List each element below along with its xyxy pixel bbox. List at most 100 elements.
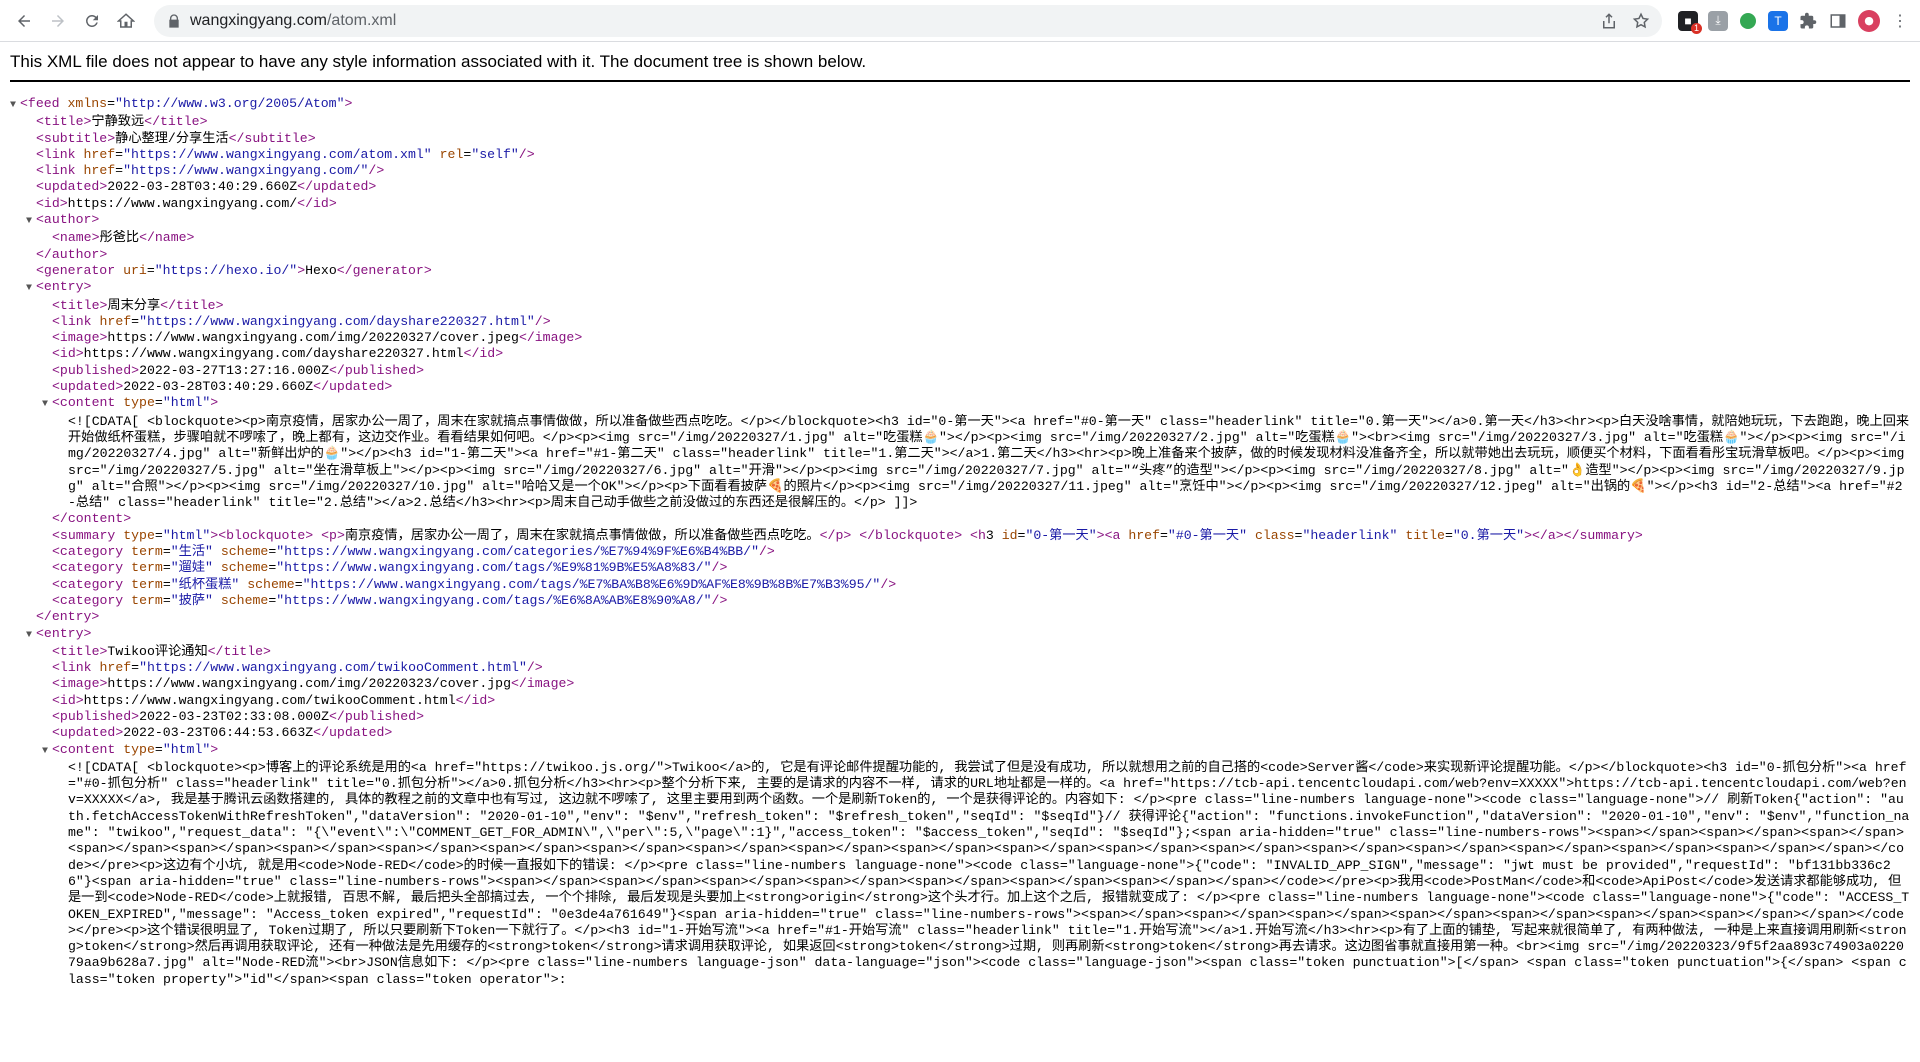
xml-line: <updated>2022-03-28T03:40:29.660Z</updat… bbox=[10, 179, 1910, 195]
xml-line: <id>https://www.wangxingyang.com/twikooC… bbox=[10, 693, 1910, 709]
xml-line: ▼ <entry> bbox=[10, 279, 1910, 297]
xml-line: <published>2022-03-27T13:27:16.000Z</pub… bbox=[10, 363, 1910, 379]
xml-line-text: <link href="https://www.wangxingyang.com… bbox=[36, 163, 385, 179]
xml-line: <updated>2022-03-23T06:44:53.663Z</updat… bbox=[10, 725, 1910, 741]
xml-line: <published>2022-03-23T02:33:08.000Z</pub… bbox=[10, 709, 1910, 725]
puzzle-extensions-icon[interactable] bbox=[1798, 11, 1818, 31]
xml-line-text: <updated>2022-03-28T03:40:29.660Z</updat… bbox=[52, 379, 393, 395]
xml-line: </entry> bbox=[10, 609, 1910, 625]
xml-line-text: <title>Twikoo评论通知</title> bbox=[52, 643, 271, 659]
collapse-triangle-icon[interactable]: ▼ bbox=[42, 744, 52, 760]
xml-line-text: <entry> bbox=[36, 625, 92, 641]
xml-line-text: <title>宁静致远</title> bbox=[36, 114, 208, 130]
xml-line-text: <link href="https://www.wangxingyang.com… bbox=[36, 146, 535, 162]
xml-line: <subtitle>静心整理/分享生活</subtitle> bbox=[10, 131, 1910, 147]
xml-line: ▼ <content type="html"> bbox=[10, 742, 1910, 760]
url-text: wangxingyang.com/atom.xml bbox=[190, 12, 396, 30]
xml-line-text: <link href="https://www.wangxingyang.com… bbox=[52, 313, 551, 329]
xml-cdata-text: <![CDATA[ <blockquote><p>博客上的评论系统是用的<a h… bbox=[10, 760, 1910, 988]
xml-line: ▼ <author> bbox=[10, 212, 1910, 230]
xml-line: <title>Twikoo评论通知</title> bbox=[10, 644, 1910, 660]
bookmark-star-icon[interactable] bbox=[1632, 12, 1650, 30]
xml-line-text: <summary type="html"><blockquote> <p>南京疫… bbox=[52, 527, 1643, 543]
xml-line-text: <updated>2022-03-28T03:40:29.660Z</updat… bbox=[36, 179, 377, 195]
xml-line-text: <image>https://www.wangxingyang.com/img/… bbox=[52, 330, 583, 346]
xml-viewer: This XML file does not appear to have an… bbox=[0, 42, 1920, 1062]
xml-line-text: </content> bbox=[52, 511, 132, 527]
xml-line: <id>https://www.wangxingyang.com/</id> bbox=[10, 196, 1910, 212]
xml-line-text: <content type="html"> bbox=[52, 741, 219, 757]
xml-line: <link href="https://www.wangxingyang.com… bbox=[10, 314, 1910, 330]
collapse-triangle-icon[interactable]: ▼ bbox=[42, 397, 52, 413]
collapse-triangle-icon[interactable]: ▼ bbox=[26, 628, 36, 644]
extension-icon[interactable]: ■ 1 bbox=[1678, 10, 1702, 34]
download-extension-icon[interactable]: ⤓ bbox=[1708, 10, 1728, 31]
xml-style-notice: This XML file does not appear to have an… bbox=[10, 52, 1910, 82]
xml-line-text: <image>https://www.wangxingyang.com/img/… bbox=[52, 676, 575, 692]
xml-line-text: <![CDATA[ <blockquote><p>博客上的评论系统是用的<a h… bbox=[68, 759, 1910, 987]
xml-line-text: <id>https://www.wangxingyang.com/</id> bbox=[36, 195, 337, 211]
lock-icon[interactable] bbox=[166, 13, 182, 29]
xml-line-text: <name>彤爸比</name> bbox=[52, 230, 195, 246]
xml-line-text: <updated>2022-03-23T06:44:53.663Z</updat… bbox=[52, 725, 393, 741]
xml-line: ▼ <feed xmlns="http://www.w3.org/2005/Ato… bbox=[10, 96, 1910, 114]
xml-line-text: <generator uri="https://hexo.io/">Hexo</… bbox=[36, 262, 432, 278]
collapse-triangle-icon[interactable]: ▼ bbox=[10, 98, 20, 114]
xml-cdata-text: <![CDATA[ <blockquote><p>南京疫情，居家办公一周了，周末… bbox=[10, 414, 1910, 512]
browser-toolbar: wangxingyang.com/atom.xml ■ 1 ⤓ T ● ⋮ bbox=[0, 0, 1920, 42]
home-icon[interactable] bbox=[112, 7, 140, 35]
xml-line-text: <author> bbox=[36, 212, 100, 228]
xml-line-text: <id>https://www.wangxingyang.com/twikooC… bbox=[52, 692, 496, 708]
xml-line: <updated>2022-03-28T03:40:29.660Z</updat… bbox=[10, 379, 1910, 395]
xml-line-text: <category term="生活" scheme="https://www.… bbox=[52, 544, 775, 560]
xml-line-text: <title>周末分享</title> bbox=[52, 297, 224, 313]
xml-line-text: </author> bbox=[36, 246, 108, 262]
xml-line-text: </entry> bbox=[36, 609, 100, 625]
xml-line: <name>彤爸比</name> bbox=[10, 230, 1910, 246]
xml-line: <title>宁静致远</title> bbox=[10, 114, 1910, 130]
xml-line-text: <![CDATA[ <blockquote><p>南京疫情，居家办公一周了，周末… bbox=[68, 413, 1910, 511]
back-arrow-icon[interactable] bbox=[10, 7, 38, 35]
xml-line-text: <content type="html"> bbox=[52, 395, 219, 411]
xml-line-text: <id>https://www.wangxingyang.com/dayshar… bbox=[52, 346, 504, 362]
profile-avatar[interactable]: ● bbox=[1858, 9, 1880, 32]
xml-line: <link href="https://www.wangxingyang.com… bbox=[10, 660, 1910, 676]
forward-arrow-icon[interactable] bbox=[44, 7, 72, 35]
xml-tree: ▼ <feed xmlns="http://www.w3.org/2005/Ato… bbox=[10, 96, 1910, 988]
xml-line: </author> bbox=[10, 247, 1910, 263]
xml-line: ▼ <content type="html"> bbox=[10, 395, 1910, 413]
side-panel-icon[interactable] bbox=[1828, 11, 1848, 31]
collapse-triangle-icon[interactable]: ▼ bbox=[26, 281, 36, 297]
xml-line-text: <published>2022-03-23T02:33:08.000Z</pub… bbox=[52, 708, 424, 724]
share-icon[interactable] bbox=[1600, 12, 1618, 30]
xml-line: </content> bbox=[10, 511, 1910, 527]
xml-line: <image>https://www.wangxingyang.com/img/… bbox=[10, 330, 1910, 346]
xml-line: <image>https://www.wangxingyang.com/img/… bbox=[10, 676, 1910, 692]
more-menu-icon[interactable]: ⋮ bbox=[1890, 11, 1910, 31]
xml-line: <link href="https://www.wangxingyang.com… bbox=[10, 147, 1910, 163]
xml-line: <summary type="html"><blockquote> <p>南京疫… bbox=[10, 528, 1910, 544]
xml-line: <category term="披萨" scheme="https://www.… bbox=[10, 593, 1910, 609]
xml-line-text: <category term="遛娃" scheme="https://www.… bbox=[52, 560, 728, 576]
extension-badge: 1 bbox=[1690, 22, 1702, 34]
xml-line: <title>周末分享</title> bbox=[10, 298, 1910, 314]
xml-line: ▼ <entry> bbox=[10, 626, 1910, 644]
xml-line: <category term="纸杯蛋糕" scheme="https://ww… bbox=[10, 577, 1910, 593]
reload-icon[interactable] bbox=[78, 7, 106, 35]
url-path: /atom.xml bbox=[326, 11, 397, 29]
xml-line-text: <category term="纸杯蛋糕" scheme="https://ww… bbox=[52, 576, 897, 592]
xml-line: <generator uri="https://hexo.io/">Hexo</… bbox=[10, 263, 1910, 279]
xml-line-text: <feed xmlns="http://www.w3.org/2005/Atom… bbox=[20, 96, 353, 111]
collapse-triangle-icon[interactable]: ▼ bbox=[26, 214, 36, 230]
xml-line: <category term="生活" scheme="https://www.… bbox=[10, 544, 1910, 560]
xml-line-text: <subtitle>静心整理/分享生活</subtitle> bbox=[36, 130, 316, 146]
xml-line-text: <link href="https://www.wangxingyang.com… bbox=[52, 660, 543, 676]
xml-line: <category term="遛娃" scheme="https://www.… bbox=[10, 560, 1910, 576]
xml-line: <id>https://www.wangxingyang.com/dayshar… bbox=[10, 346, 1910, 362]
xml-line-text: <entry> bbox=[36, 279, 92, 295]
address-bar[interactable]: wangxingyang.com/atom.xml bbox=[154, 4, 1662, 37]
xml-line: <link href="https://www.wangxingyang.com… bbox=[10, 163, 1910, 179]
t-extension-icon[interactable]: T bbox=[1768, 10, 1788, 31]
xml-line-text: <published>2022-03-27T13:27:16.000Z</pub… bbox=[52, 362, 424, 378]
green-circle-extension-icon[interactable] bbox=[1738, 11, 1758, 31]
